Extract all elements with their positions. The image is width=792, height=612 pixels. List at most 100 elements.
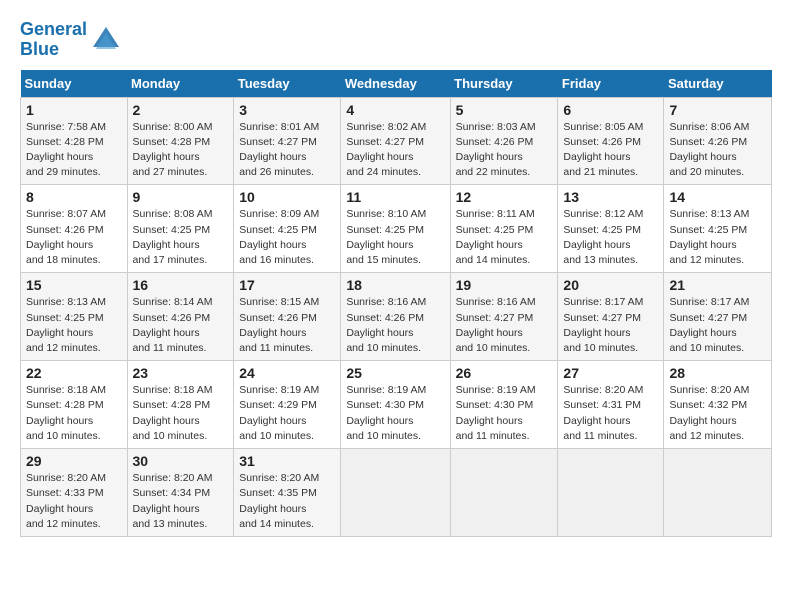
calendar-day-cell: 9 Sunrise: 8:08 AM Sunset: 4:25 PM Dayli… — [127, 185, 234, 273]
calendar-day-cell: 6 Sunrise: 8:05 AM Sunset: 4:26 PM Dayli… — [558, 97, 664, 185]
day-number: 9 — [133, 189, 229, 205]
day-number: 2 — [133, 102, 229, 118]
day-number: 10 — [239, 189, 335, 205]
day-info: Sunrise: 8:15 AM Sunset: 4:26 PM Dayligh… — [239, 295, 335, 356]
day-info: Sunrise: 8:19 AM Sunset: 4:30 PM Dayligh… — [346, 383, 444, 444]
calendar-day-cell: 27 Sunrise: 8:20 AM Sunset: 4:31 PM Dayl… — [558, 361, 664, 449]
calendar-day-cell: 26 Sunrise: 8:19 AM Sunset: 4:30 PM Dayl… — [450, 361, 558, 449]
calendar-week-row: 22 Sunrise: 8:18 AM Sunset: 4:28 PM Dayl… — [21, 361, 772, 449]
calendar-day-cell: 1 Sunrise: 7:58 AM Sunset: 4:28 PM Dayli… — [21, 97, 128, 185]
day-number: 11 — [346, 189, 444, 205]
day-info: Sunrise: 8:19 AM Sunset: 4:29 PM Dayligh… — [239, 383, 335, 444]
calendar-day-cell: 20 Sunrise: 8:17 AM Sunset: 4:27 PM Dayl… — [558, 273, 664, 361]
calendar-day-cell: 13 Sunrise: 8:12 AM Sunset: 4:25 PM Dayl… — [558, 185, 664, 273]
day-info: Sunrise: 8:14 AM Sunset: 4:26 PM Dayligh… — [133, 295, 229, 356]
day-number: 14 — [669, 189, 766, 205]
calendar-week-row: 8 Sunrise: 8:07 AM Sunset: 4:26 PM Dayli… — [21, 185, 772, 273]
day-number: 31 — [239, 453, 335, 469]
day-info: Sunrise: 8:12 AM Sunset: 4:25 PM Dayligh… — [563, 207, 658, 268]
logo-text: GeneralBlue — [20, 20, 87, 60]
calendar-day-cell — [450, 449, 558, 537]
calendar-week-row: 15 Sunrise: 8:13 AM Sunset: 4:25 PM Dayl… — [21, 273, 772, 361]
day-number: 3 — [239, 102, 335, 118]
day-number: 7 — [669, 102, 766, 118]
day-number: 6 — [563, 102, 658, 118]
weekday-header-monday: Monday — [127, 70, 234, 98]
calendar-day-cell — [341, 449, 450, 537]
day-info: Sunrise: 8:17 AM Sunset: 4:27 PM Dayligh… — [669, 295, 766, 356]
calendar-day-cell: 15 Sunrise: 8:13 AM Sunset: 4:25 PM Dayl… — [21, 273, 128, 361]
day-info: Sunrise: 8:02 AM Sunset: 4:27 PM Dayligh… — [346, 120, 444, 181]
day-info: Sunrise: 8:09 AM Sunset: 4:25 PM Dayligh… — [239, 207, 335, 268]
day-info: Sunrise: 8:01 AM Sunset: 4:27 PM Dayligh… — [239, 120, 335, 181]
day-info: Sunrise: 8:13 AM Sunset: 4:25 PM Dayligh… — [669, 207, 766, 268]
calendar-day-cell: 10 Sunrise: 8:09 AM Sunset: 4:25 PM Dayl… — [234, 185, 341, 273]
calendar-day-cell — [664, 449, 772, 537]
calendar-day-cell: 31 Sunrise: 8:20 AM Sunset: 4:35 PM Dayl… — [234, 449, 341, 537]
day-info: Sunrise: 8:11 AM Sunset: 4:25 PM Dayligh… — [456, 207, 553, 268]
day-info: Sunrise: 8:16 AM Sunset: 4:27 PM Dayligh… — [456, 295, 553, 356]
day-number: 22 — [26, 365, 122, 381]
day-info: Sunrise: 8:18 AM Sunset: 4:28 PM Dayligh… — [133, 383, 229, 444]
day-number: 15 — [26, 277, 122, 293]
day-number: 1 — [26, 102, 122, 118]
calendar-day-cell: 22 Sunrise: 8:18 AM Sunset: 4:28 PM Dayl… — [21, 361, 128, 449]
day-info: Sunrise: 7:58 AM Sunset: 4:28 PM Dayligh… — [26, 120, 122, 181]
calendar-day-cell: 21 Sunrise: 8:17 AM Sunset: 4:27 PM Dayl… — [664, 273, 772, 361]
day-info: Sunrise: 8:19 AM Sunset: 4:30 PM Dayligh… — [456, 383, 553, 444]
day-info: Sunrise: 8:13 AM Sunset: 4:25 PM Dayligh… — [26, 295, 122, 356]
calendar-day-cell: 2 Sunrise: 8:00 AM Sunset: 4:28 PM Dayli… — [127, 97, 234, 185]
calendar-day-cell: 14 Sunrise: 8:13 AM Sunset: 4:25 PM Dayl… — [664, 185, 772, 273]
calendar-day-cell: 25 Sunrise: 8:19 AM Sunset: 4:30 PM Dayl… — [341, 361, 450, 449]
day-number: 25 — [346, 365, 444, 381]
day-number: 26 — [456, 365, 553, 381]
day-info: Sunrise: 8:20 AM Sunset: 4:32 PM Dayligh… — [669, 383, 766, 444]
calendar-week-row: 29 Sunrise: 8:20 AM Sunset: 4:33 PM Dayl… — [21, 449, 772, 537]
day-info: Sunrise: 8:10 AM Sunset: 4:25 PM Dayligh… — [346, 207, 444, 268]
day-number: 23 — [133, 365, 229, 381]
day-number: 20 — [563, 277, 658, 293]
day-info: Sunrise: 8:07 AM Sunset: 4:26 PM Dayligh… — [26, 207, 122, 268]
day-number: 13 — [563, 189, 658, 205]
day-info: Sunrise: 8:18 AM Sunset: 4:28 PM Dayligh… — [26, 383, 122, 444]
weekday-header-friday: Friday — [558, 70, 664, 98]
day-info: Sunrise: 8:16 AM Sunset: 4:26 PM Dayligh… — [346, 295, 444, 356]
day-info: Sunrise: 8:17 AM Sunset: 4:27 PM Dayligh… — [563, 295, 658, 356]
calendar-week-row: 1 Sunrise: 7:58 AM Sunset: 4:28 PM Dayli… — [21, 97, 772, 185]
calendar-day-cell: 12 Sunrise: 8:11 AM Sunset: 4:25 PM Dayl… — [450, 185, 558, 273]
calendar-day-cell: 16 Sunrise: 8:14 AM Sunset: 4:26 PM Dayl… — [127, 273, 234, 361]
weekday-header-wednesday: Wednesday — [341, 70, 450, 98]
day-info: Sunrise: 8:00 AM Sunset: 4:28 PM Dayligh… — [133, 120, 229, 181]
calendar-day-cell: 23 Sunrise: 8:18 AM Sunset: 4:28 PM Dayl… — [127, 361, 234, 449]
calendar-day-cell: 17 Sunrise: 8:15 AM Sunset: 4:26 PM Dayl… — [234, 273, 341, 361]
day-number: 12 — [456, 189, 553, 205]
calendar-day-cell: 4 Sunrise: 8:02 AM Sunset: 4:27 PM Dayli… — [341, 97, 450, 185]
day-info: Sunrise: 8:03 AM Sunset: 4:26 PM Dayligh… — [456, 120, 553, 181]
logo: GeneralBlue — [20, 20, 121, 60]
day-info: Sunrise: 8:20 AM Sunset: 4:35 PM Dayligh… — [239, 471, 335, 532]
day-info: Sunrise: 8:05 AM Sunset: 4:26 PM Dayligh… — [563, 120, 658, 181]
calendar-day-cell: 7 Sunrise: 8:06 AM Sunset: 4:26 PM Dayli… — [664, 97, 772, 185]
page-header: GeneralBlue — [20, 20, 772, 60]
calendar-day-cell: 30 Sunrise: 8:20 AM Sunset: 4:34 PM Dayl… — [127, 449, 234, 537]
day-info: Sunrise: 8:20 AM Sunset: 4:31 PM Dayligh… — [563, 383, 658, 444]
calendar-day-cell — [558, 449, 664, 537]
calendar-day-cell: 11 Sunrise: 8:10 AM Sunset: 4:25 PM Dayl… — [341, 185, 450, 273]
day-number: 17 — [239, 277, 335, 293]
day-info: Sunrise: 8:20 AM Sunset: 4:34 PM Dayligh… — [133, 471, 229, 532]
day-number: 19 — [456, 277, 553, 293]
weekday-header-row: SundayMondayTuesdayWednesdayThursdayFrid… — [21, 70, 772, 98]
calendar-day-cell: 5 Sunrise: 8:03 AM Sunset: 4:26 PM Dayli… — [450, 97, 558, 185]
calendar-day-cell: 3 Sunrise: 8:01 AM Sunset: 4:27 PM Dayli… — [234, 97, 341, 185]
logo-icon — [91, 25, 121, 55]
weekday-header-thursday: Thursday — [450, 70, 558, 98]
day-number: 24 — [239, 365, 335, 381]
day-number: 21 — [669, 277, 766, 293]
day-number: 27 — [563, 365, 658, 381]
day-number: 18 — [346, 277, 444, 293]
calendar-day-cell: 29 Sunrise: 8:20 AM Sunset: 4:33 PM Dayl… — [21, 449, 128, 537]
day-number: 16 — [133, 277, 229, 293]
day-number: 4 — [346, 102, 444, 118]
weekday-header-saturday: Saturday — [664, 70, 772, 98]
calendar-day-cell: 8 Sunrise: 8:07 AM Sunset: 4:26 PM Dayli… — [21, 185, 128, 273]
